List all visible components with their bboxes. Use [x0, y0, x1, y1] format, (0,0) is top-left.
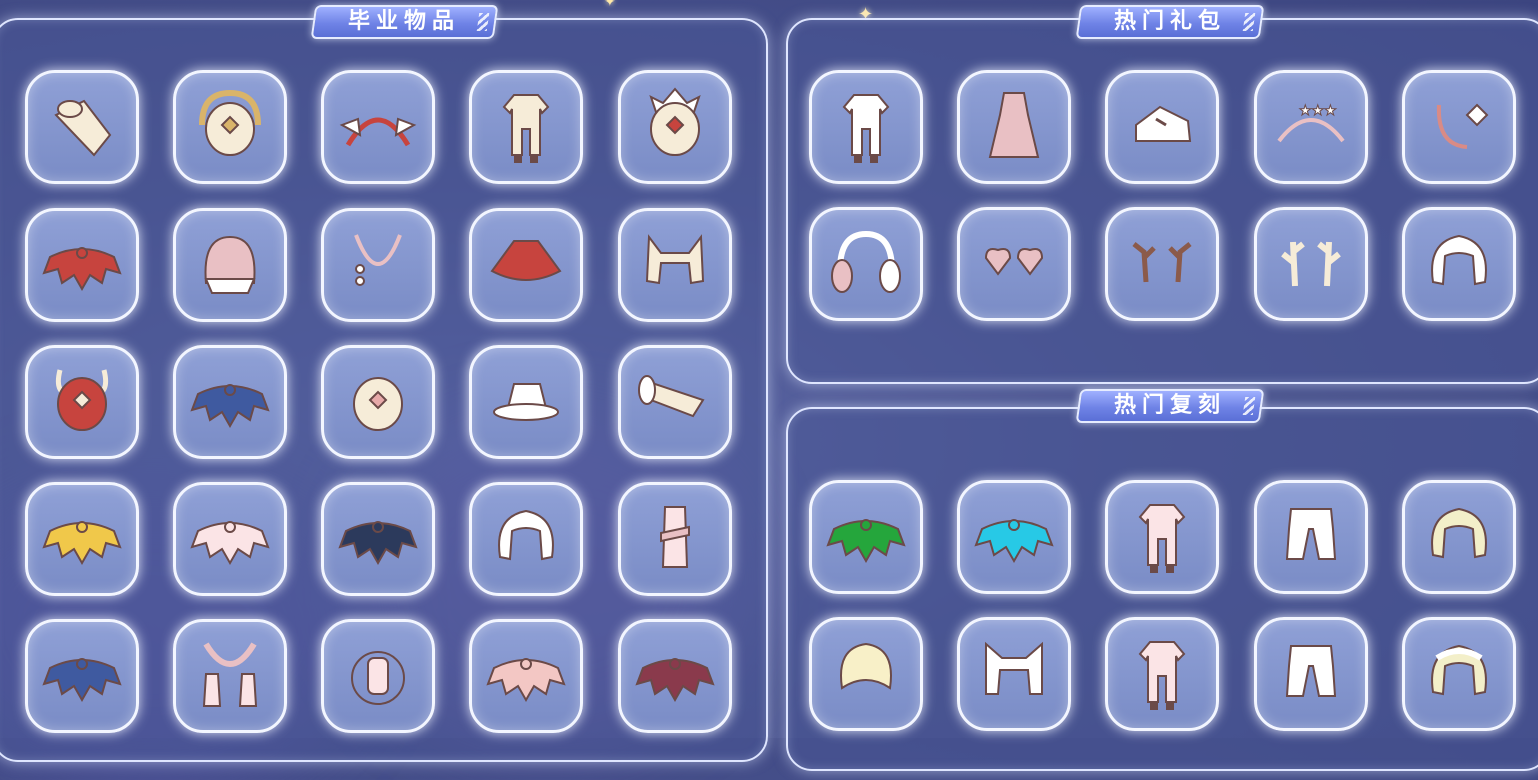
hot-gift-title: 热门礼包 [1075, 5, 1265, 39]
item-slot[interactable] [25, 70, 139, 184]
yellow-cape-icon [42, 521, 122, 566]
blue-cape-icon [190, 384, 270, 429]
item-slot[interactable] [321, 482, 435, 596]
maroon-cape-icon [635, 658, 715, 703]
pink-outfit-icon [1138, 504, 1186, 573]
horned-mask-icon [55, 369, 109, 431]
item-slot[interactable] [173, 345, 287, 459]
hood-hair-icon [498, 509, 554, 561]
cat-ears-hair-icon [985, 641, 1043, 695]
item-slot[interactable] [1402, 617, 1516, 731]
hot-rerun-title: 热门复刻 [1075, 389, 1265, 423]
item-slot[interactable] [469, 619, 583, 733]
item-slot[interactable] [173, 70, 287, 184]
pink-cape-icon [190, 521, 270, 566]
red-cloak-icon [490, 240, 562, 281]
item-slot[interactable] [173, 482, 287, 596]
item-slot[interactable] [957, 480, 1071, 594]
blue-cape-icon [42, 658, 122, 703]
shoes-icon [1135, 105, 1192, 142]
item-slot[interactable] [1254, 617, 1368, 731]
antlers-icon [1132, 242, 1192, 283]
bob-hair-icon [1431, 234, 1487, 286]
item-slot[interactable] [957, 70, 1071, 184]
item-slot[interactable] [25, 208, 139, 322]
item-slot[interactable] [321, 345, 435, 459]
robe-icon [842, 94, 890, 163]
item-slot[interactable] [618, 619, 732, 733]
item-slot[interactable] [25, 345, 139, 459]
coral-horns-icon [1281, 241, 1341, 287]
item-slot[interactable] [321, 70, 435, 184]
item-slot[interactable]: ★★★ [1254, 70, 1368, 184]
item-slot[interactable] [1402, 480, 1516, 594]
item-slot[interactable] [618, 208, 732, 322]
heart-glasses-icon [984, 248, 1044, 276]
svg-text:★★★: ★★★ [1299, 103, 1337, 119]
pink-outfit-icon [1138, 641, 1186, 710]
green-cape-icon [826, 519, 906, 564]
item-slot[interactable] [1254, 480, 1368, 594]
item-slot[interactable] [1402, 70, 1516, 184]
hood-mask-icon [204, 235, 256, 294]
short-hair-icon [840, 642, 892, 690]
graduation-items-title: 毕业物品 [310, 5, 499, 39]
red-cape-icon [42, 247, 122, 292]
pink-shell-cape-icon [486, 658, 566, 703]
dark-cape-icon [338, 521, 418, 566]
earring-icon [1436, 103, 1489, 149]
item-slot[interactable] [957, 617, 1071, 731]
item-slot[interactable] [809, 617, 923, 731]
item-slot[interactable] [25, 482, 139, 596]
item-slot[interactable] [173, 619, 287, 733]
horn-instrument-icon [638, 375, 705, 418]
item-slot[interactable] [1105, 480, 1219, 594]
round-mask-icon [353, 377, 403, 431]
scarf-outfit-icon [660, 506, 690, 568]
item-slot[interactable] [1254, 207, 1368, 321]
earmuffs-icon [831, 230, 901, 293]
pink-dress-icon [988, 92, 1040, 158]
item-slot[interactable] [1402, 207, 1516, 321]
item-slot[interactable] [618, 70, 732, 184]
cargo-pants-icon [1285, 645, 1337, 697]
item-slot[interactable] [618, 482, 732, 596]
wing-headband-icon [339, 117, 417, 147]
item-slot[interactable] [321, 208, 435, 322]
item-slot[interactable] [469, 482, 583, 596]
drum-icon [54, 99, 112, 157]
star-moon-headband-icon: ★★★ [1277, 103, 1345, 143]
fox-ears-hair-icon [645, 234, 705, 285]
pink-scarf-icon [202, 642, 258, 707]
item-slot[interactable] [173, 208, 287, 322]
item-slot[interactable] [809, 70, 923, 184]
item-slot[interactable] [1105, 207, 1219, 321]
cyan-cape-icon [974, 519, 1054, 564]
item-slot[interactable] [25, 619, 139, 733]
item-slot[interactable] [809, 480, 923, 594]
curly-hair-icon [1431, 507, 1487, 559]
item-slot[interactable] [469, 70, 583, 184]
flower-crown-hair-icon [1431, 644, 1487, 696]
item-slot[interactable] [469, 208, 583, 322]
item-slot[interactable] [957, 207, 1071, 321]
sun-mask-icon [199, 89, 261, 156]
necklace-icon [354, 234, 402, 286]
hat-icon [493, 383, 559, 421]
item-slot[interactable] [321, 619, 435, 733]
hourglass-prop-icon [351, 651, 405, 705]
pants-icon [1285, 508, 1337, 560]
feather-mask-icon [649, 87, 701, 156]
item-slot[interactable] [1105, 617, 1219, 731]
star-icon: ✦ [604, 0, 616, 10]
item-slot[interactable] [809, 207, 923, 321]
item-slot[interactable] [1105, 70, 1219, 184]
outfit-icon [502, 94, 550, 163]
item-slot[interactable] [469, 345, 583, 459]
item-slot[interactable] [618, 345, 732, 459]
